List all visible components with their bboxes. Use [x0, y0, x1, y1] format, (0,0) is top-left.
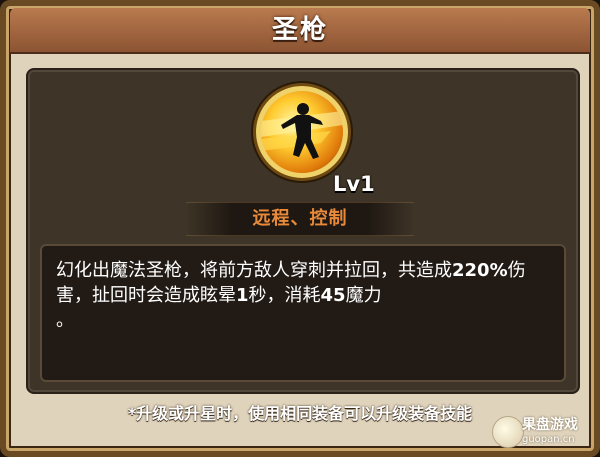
desc-part1: 幻化出魔法圣枪，将前方敌人穿刺并拉回，共造成: [56, 260, 452, 281]
desc-damage: 220%: [452, 260, 508, 281]
desc-stun: 1: [236, 285, 249, 306]
watermark: 果盘游戏 guopan.cn: [492, 414, 596, 452]
watermark-name: 果盘游戏: [522, 417, 578, 433]
skill-level: Lv1: [333, 172, 375, 196]
desc-part4: 魔力: [345, 285, 382, 306]
watermark-logo-icon: [492, 416, 524, 448]
desc-part3: 秒，消耗: [248, 285, 321, 306]
skill-tags: 远程、控制: [252, 208, 348, 229]
desc-part5: 。: [56, 310, 74, 331]
desc-mana: 45: [320, 285, 346, 306]
skill-description-box: 幻化出魔法圣枪，将前方敌人穿刺并拉回，共造成220%伤害，扯回时会造成眩晕1秒，…: [40, 244, 566, 382]
skill-tags-bar: 远程、控制: [186, 202, 414, 236]
watermark-url: guopan.cn: [522, 434, 575, 445]
skill-title: 圣枪: [271, 15, 328, 45]
title-bar: 圣枪: [10, 8, 590, 54]
spear-warrior-icon: [256, 86, 348, 178]
skill-description: 幻化出魔法圣枪，将前方敌人穿刺并拉回，共造成220%伤害，扯回时会造成眩晕1秒，…: [56, 258, 550, 333]
